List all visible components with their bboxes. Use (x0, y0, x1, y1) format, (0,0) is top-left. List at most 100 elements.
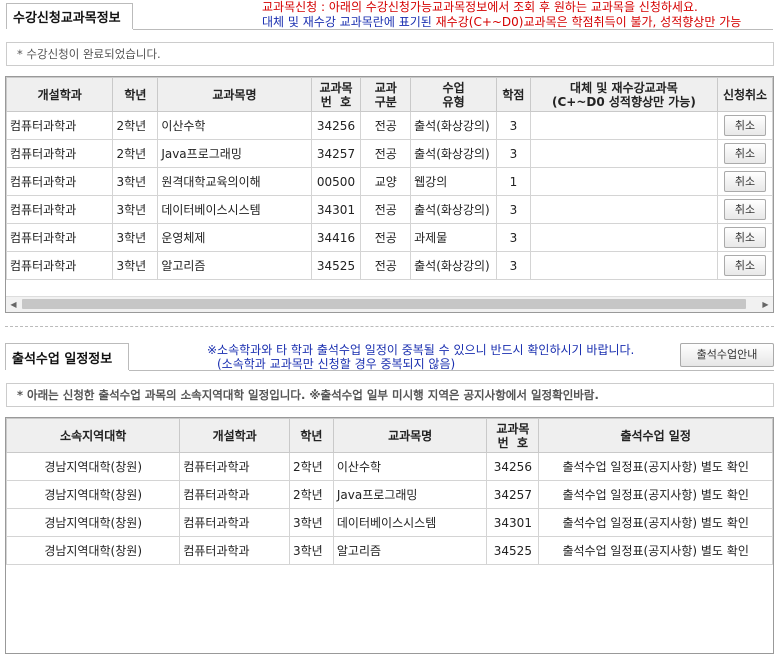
cell-course-type: 전공 (360, 111, 412, 140)
table-row: 경남지역대학(창원) 컴퓨터과학과 2학년 이산수학 34256 출석수업 일정표(공지사… (6, 452, 773, 481)
cell-course-code: 34525 (310, 251, 362, 280)
cell-cancel: 취소 (717, 223, 773, 252)
column-header-label-line2: (C+~D0 성적향상만 가능) (551, 94, 696, 109)
table-row: 컴퓨터과학과 3학년 알고리즘 34525 전공 출석(화상강의) 3 취소 (6, 251, 773, 280)
cell-class-mode: 출석(화상강의) (410, 139, 498, 168)
table-row: 컴퓨터과학과 2학년 Java프로그래밍 34257 전공 출석(화상강의) 3 취소 (6, 139, 773, 168)
cancel-button[interactable]: 취소 (724, 171, 767, 192)
cancel-button[interactable]: 취소 (724, 143, 767, 164)
cell-department: 컴퓨터과학과 (6, 223, 114, 252)
cell-department: 컴퓨터과학과 (6, 167, 114, 196)
section-title-enrolled-courses: 수강신청교과목정보 (6, 3, 133, 29)
cell-replacement-course (529, 195, 719, 224)
column-header-label-line2: 번 호 (320, 94, 352, 109)
cell-course-type: 전공 (360, 223, 412, 252)
cell-course-code: 00500 (310, 167, 362, 196)
cell-course-name: Java프로그래밍 (332, 480, 488, 509)
cell-department: 컴퓨터과학과 (6, 139, 114, 168)
column-header-label: 학년 (300, 428, 323, 443)
cell-region-campus: 경남지역대학(창원) (6, 508, 181, 537)
column-header: 개설학과 (6, 77, 114, 112)
column-header-label: 출석수업 일정 (620, 428, 691, 443)
column-header: 교과목명 (332, 418, 488, 453)
cell-attendance-schedule: 출석수업 일정표(공지사항) 별도 확인 (538, 508, 773, 537)
column-header-label: 교과 (374, 80, 397, 95)
cancel-button[interactable]: 취소 (724, 255, 767, 276)
column-header-label-line2: 유형 (442, 94, 465, 109)
cell-class-mode: 출석(화상강의) (410, 195, 498, 224)
column-header-label: 교과목 (319, 80, 353, 95)
enrolled-courses-grid: 개설학과 학년 교과목명 교과목 번 호 교과 구분 수업 유형 학점 대체 및 재수강교과목 (C+… (5, 76, 774, 313)
cell-course-name: 이산수학 (332, 452, 488, 481)
cell-course-name: 원격대학교육의이해 (157, 167, 312, 196)
cell-cancel: 취소 (717, 111, 773, 140)
column-header: 교과 구분 (360, 77, 412, 112)
cell-year: 2학년 (288, 452, 334, 481)
table-row: 경남지역대학(창원) 컴퓨터과학과 3학년 데이터베이스시스템 34301 출석수업 일정… (6, 508, 773, 537)
cell-year: 3학년 (288, 536, 334, 565)
cell-year: 3학년 (112, 195, 159, 224)
cell-year: 3학년 (112, 167, 159, 196)
table-row: 컴퓨터과학과 3학년 데이터베이스시스템 34301 전공 출석(화상강의) 3 취소 (6, 195, 773, 224)
cell-course-type: 교양 (360, 167, 412, 196)
table-row: 컴퓨터과학과 2학년 이산수학 34256 전공 출석(화상강의) 3 취소 (6, 111, 773, 140)
column-header-label: 대체 및 재수강교과목 (570, 80, 678, 95)
attendance-info-message: * 아래는 신청한 출석수업 과목의 소속지역대학 일정입니다. ※출석수업 일… (6, 383, 774, 407)
cell-attendance-schedule: 출석수업 일정표(공지사항) 별도 확인 (538, 480, 773, 509)
cell-department: 컴퓨터과학과 (179, 508, 290, 537)
scroll-right-arrow-icon[interactable]: ▶ (758, 297, 773, 312)
column-header-label: 신청취소 (722, 87, 768, 102)
cell-course-code: 34301 (310, 195, 362, 224)
scroll-left-arrow-icon[interactable]: ◀ (6, 297, 21, 312)
cell-replacement-course (529, 111, 719, 140)
cell-credit: 3 (496, 111, 531, 140)
enrollment-notice: 교과목신청 : 아래의 수강신청가능교과목정보에서 조회 후 원하는 교과목을 … (262, 0, 741, 30)
cell-year: 2학년 (112, 139, 159, 168)
cell-course-code: 34256 (310, 111, 362, 140)
cell-cancel: 취소 (717, 139, 773, 168)
cell-region-campus: 경남지역대학(창원) (6, 536, 181, 565)
notice-text: 아래의 수강신청가능교과목정보에서 조회 후 원하는 교과목을 신청하세요. (328, 0, 698, 14)
scrollbar-thumb[interactable] (22, 299, 746, 309)
cell-credit: 3 (496, 223, 531, 252)
cell-replacement-course (529, 139, 719, 168)
cell-department: 컴퓨터과학과 (6, 195, 114, 224)
attendance-notice: ※소속학과와 타 학과 출석수업 일정이 중복될 수 있으니 반드시 확인하시기… (207, 343, 634, 371)
column-header-label: 교과목명 (212, 87, 257, 102)
attendance-guide-button[interactable]: 출석수업안내 (680, 343, 774, 367)
cancel-button[interactable]: 취소 (724, 199, 767, 220)
attendance-schedule-table: 소속지역대학 개설학과 학년 교과목명 교과목 번 호 출석수업 일정 경남지역대학(창원)… (6, 418, 773, 565)
column-header: 대체 및 재수강교과목 (C+~D0 성적향상만 가능) (529, 77, 719, 112)
horizontal-scrollbar[interactable]: ◀ ▶ (6, 296, 773, 312)
notice-text-blue: 대체 및 재수강 교과목란에 표기된 (262, 15, 436, 29)
cell-class-mode: 웹강의 (410, 167, 498, 196)
cell-course-name: 알고리즘 (157, 251, 312, 280)
cell-course-name: Java프로그래밍 (157, 139, 312, 168)
column-header-label: 수업 (442, 80, 465, 95)
column-header-label: 교과목명 (388, 428, 433, 443)
cell-replacement-course (529, 167, 719, 196)
cell-cancel: 취소 (717, 251, 773, 280)
column-header: 교과목 번 호 (310, 77, 362, 112)
cell-replacement-course (529, 223, 719, 252)
cell-cancel: 취소 (717, 167, 773, 196)
cell-attendance-schedule: 출석수업 일정표(공지사항) 별도 확인 (538, 536, 773, 565)
cancel-button[interactable]: 취소 (724, 227, 767, 248)
column-header-label: 학점 (502, 87, 525, 102)
cell-course-type: 전공 (360, 251, 412, 280)
cancel-button[interactable]: 취소 (724, 115, 767, 136)
column-header-label: 개설학과 (37, 87, 82, 102)
column-header-label-line2: 번 호 (497, 435, 529, 450)
cell-course-code: 34416 (310, 223, 362, 252)
cell-class-mode: 출석(화상강의) (410, 111, 498, 140)
cell-year: 3학년 (112, 251, 159, 280)
column-header: 교과목 번 호 (486, 418, 540, 453)
cell-course-code: 34301 (486, 508, 540, 537)
column-header-label: 개설학과 (212, 428, 257, 443)
notice-text-red: 재수강(C+~D0)교과목은 학점취득이 불가, 성적향상만 가능 (435, 15, 742, 29)
enrollment-status-message: * 수강신청이 완료되었습니다. (6, 42, 774, 66)
column-header: 소속지역대학 (6, 418, 181, 453)
column-header: 학년 (112, 77, 159, 112)
column-header: 신청취소 (717, 77, 773, 112)
cell-course-code: 34257 (486, 480, 540, 509)
